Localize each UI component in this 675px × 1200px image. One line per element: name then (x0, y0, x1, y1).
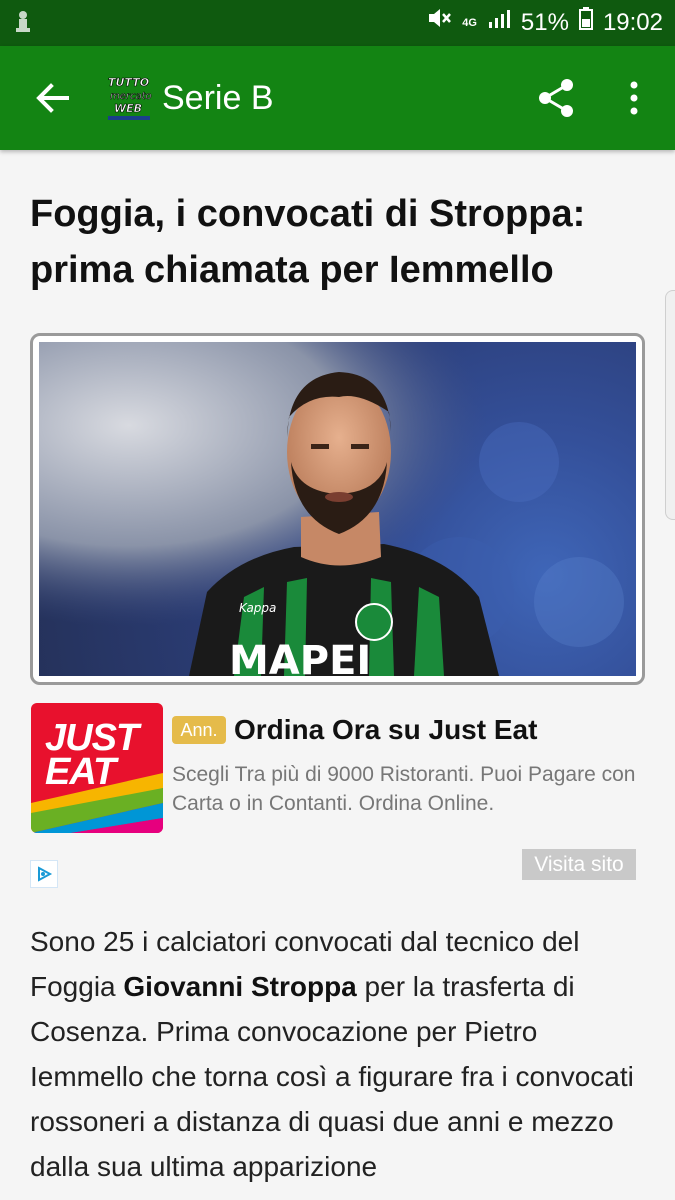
visit-site-button[interactable]: Visita sito (522, 849, 636, 880)
ad-description: Scegli Tra più di 9000 Ristoranti. Puoi … (172, 763, 636, 815)
share-icon (539, 79, 573, 117)
mute-icon (426, 0, 452, 46)
clock: 19:02 (602, 9, 663, 36)
app-title: Serie B (162, 79, 274, 117)
share-button[interactable] (532, 74, 580, 122)
battery-icon (578, 0, 593, 46)
overflow-menu-button[interactable] (614, 74, 654, 122)
svg-text:MAPEI: MAPEI (229, 638, 371, 676)
signal-icon (487, 0, 511, 46)
just-eat-logo[interactable]: JUST EAT (31, 703, 163, 833)
svg-text:TUTTO: TUTTO (108, 76, 149, 89)
ad-title[interactable]: Ordina Ora su Just Eat (234, 712, 537, 748)
svg-text:mercato: mercato (110, 91, 152, 102)
body-text: per la trasferta di Cosenza. Prima convo… (30, 971, 634, 1182)
player-image: Kappa MAPEI (39, 342, 636, 676)
svg-text:WEB: WEB (114, 102, 142, 115)
app-bar: TUTTO mercato WEB Serie B (0, 46, 675, 150)
arrow-left-icon (36, 83, 69, 113)
notification-icon (14, 10, 32, 34)
article-photo[interactable]: Kappa MAPEI (30, 333, 645, 685)
more-vert-icon (630, 81, 638, 115)
coach-name: Giovanni Stroppa (123, 971, 357, 1002)
ad-logo-text: JUST EAT (45, 717, 139, 793)
network-type: 4G (462, 17, 477, 29)
back-button[interactable] (30, 76, 74, 120)
adchoices-icon[interactable] (30, 860, 58, 888)
article-headline: Foggia, i convocati di Stroppa: prima ch… (30, 193, 586, 291)
edge-panel-handle[interactable] (665, 290, 675, 520)
status-bar: 4G 51% 19:02 (0, 0, 675, 46)
ad-label-badge: Ann. (172, 716, 226, 744)
battery-percent: 51% (520, 9, 569, 36)
status-icons: 4G 51% 19:02 (426, 0, 663, 46)
svg-text:Kappa: Kappa (239, 601, 276, 615)
site-logo: TUTTO mercato WEB (106, 74, 154, 122)
article-body: Sono 25 i calciatori convocati dal tecni… (30, 919, 650, 1189)
